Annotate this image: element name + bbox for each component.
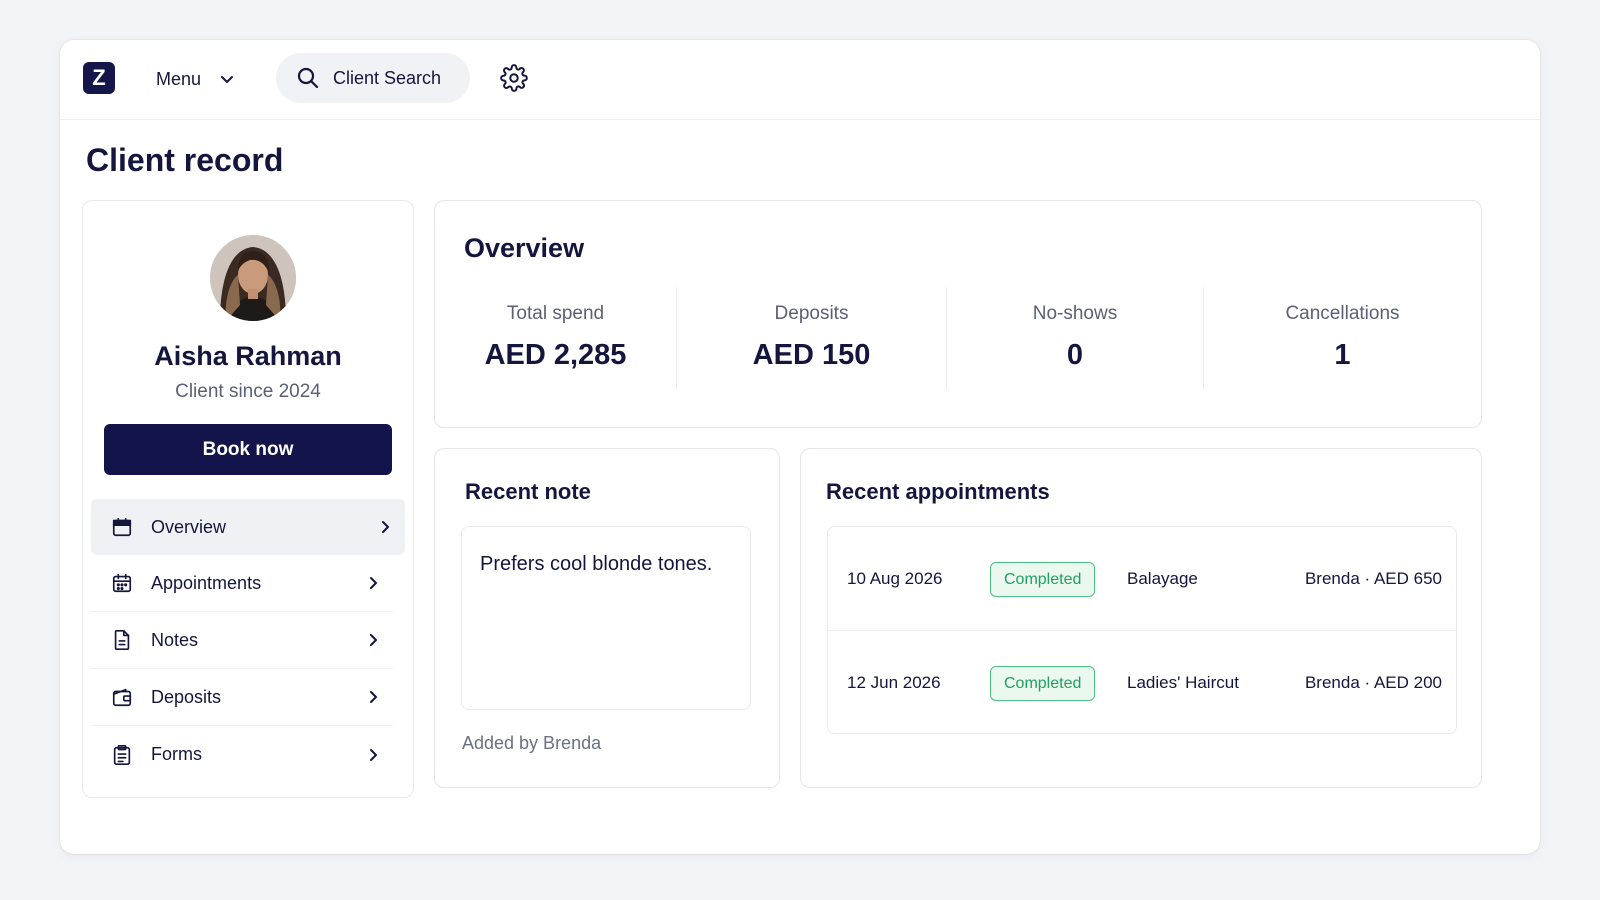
top-bar: Z Menu Client Search <box>60 40 1540 120</box>
stat-value: AED 150 <box>752 339 871 371</box>
stat-no-shows: No-shows 0 <box>947 287 1204 389</box>
nav-item-forms[interactable]: Forms <box>91 726 393 783</box>
clipboard-icon <box>113 744 131 765</box>
nav-item-label: Deposits <box>151 686 222 707</box>
appointment-staff-price: Brenda · AED 650 <box>1304 569 1442 588</box>
recent-appointments-card: Recent appointments 10 Aug 2026 Complete… <box>800 448 1482 788</box>
nav-item-label: Notes <box>151 629 199 650</box>
client-search-label: Client Search <box>333 67 442 88</box>
client-since: Client since 2024 <box>175 381 321 402</box>
app-logo[interactable]: Z <box>83 62 115 94</box>
nav-item-label: Overview <box>151 516 227 537</box>
stat-cancellations: Cancellations 1 <box>1204 287 1481 389</box>
avatar <box>210 235 296 321</box>
search-icon <box>297 67 319 89</box>
book-now-button[interactable]: Book now <box>104 424 392 475</box>
client-name: Aisha Rahman <box>154 341 342 371</box>
stat-label: No-shows <box>1032 303 1118 324</box>
appointment-date: 10 Aug 2026 <box>847 569 943 588</box>
avatar-portrait <box>210 235 296 321</box>
stat-label: Deposits <box>774 303 849 324</box>
appointment-service: Balayage <box>1127 569 1198 588</box>
profile-nav: Overview Appointments Notes Deposits For <box>91 499 405 783</box>
status-badge: Completed <box>990 562 1096 597</box>
settings-gear-icon[interactable] <box>500 64 528 92</box>
appointments-list: 10 Aug 2026 Completed Balayage Brenda · … <box>827 526 1457 734</box>
stat-value: 1 <box>1334 339 1351 371</box>
stat-label: Cancellations <box>1285 303 1400 324</box>
appointment-date: 12 Jun 2026 <box>847 673 941 692</box>
stat-value: AED 2,285 <box>484 339 627 371</box>
overview-card: Overview Total spend AED 2,285 Deposits … <box>434 200 1482 428</box>
stat-total-spend: Total spend AED 2,285 <box>435 287 677 389</box>
menu-button[interactable]: Menu <box>156 60 235 98</box>
table-row[interactable]: 10 Aug 2026 Completed Balayage Brenda · … <box>828 527 1456 631</box>
status-badge: Completed <box>990 666 1096 701</box>
calendar-filled-icon <box>112 517 132 537</box>
calendar-grid-icon <box>112 573 132 593</box>
chevron-down-icon <box>221 76 234 83</box>
logo-letter: Z <box>92 65 106 90</box>
menu-label: Menu <box>156 68 202 89</box>
client-search-button[interactable]: Client Search <box>276 53 470 103</box>
document-icon <box>114 630 130 650</box>
table-row[interactable]: 12 Jun 2026 Completed Ladies' Haircut Br… <box>828 631 1456 735</box>
chevron-right-icon <box>382 521 389 533</box>
stat-value: 0 <box>1066 339 1084 371</box>
overview-title: Overview <box>464 233 585 263</box>
recent-appointments-title: Recent appointments <box>826 479 1050 504</box>
app-window: Z Menu Client Search Client record Aisha… <box>60 40 1540 854</box>
chevron-right-icon <box>370 748 377 761</box>
recent-note-card: Recent note Prefers cool blonde tones. A… <box>434 448 780 788</box>
stat-deposits: Deposits AED 150 <box>677 287 947 389</box>
page-title: Client record <box>86 142 284 178</box>
note-author: Added by Brenda <box>462 733 602 753</box>
note-text: Prefers cool blonde tones. <box>461 526 751 710</box>
nav-item-overview[interactable]: Overview <box>91 499 405 555</box>
chevron-right-icon <box>370 691 377 703</box>
recent-note-title: Recent note <box>465 479 591 504</box>
appointment-staff-price: Brenda · AED 200 <box>1304 673 1442 692</box>
chevron-right-icon <box>370 634 377 646</box>
client-profile-panel: Aisha Rahman Client since 2024 Book now … <box>82 200 414 798</box>
nav-item-deposits[interactable]: Deposits <box>91 669 393 726</box>
appointment-service: Ladies' Haircut <box>1127 673 1239 692</box>
nav-item-appointments[interactable]: Appointments <box>91 555 393 612</box>
nav-item-label: Forms <box>151 744 202 764</box>
chevron-right-icon <box>370 577 377 589</box>
nav-item-notes[interactable]: Notes <box>91 612 393 669</box>
nav-item-label: Appointments <box>151 572 262 593</box>
wallet-icon <box>112 688 132 707</box>
overview-stats: Total spend AED 2,285 Deposits AED 150 N… <box>435 287 1481 389</box>
stat-label: Total spend <box>506 303 605 324</box>
